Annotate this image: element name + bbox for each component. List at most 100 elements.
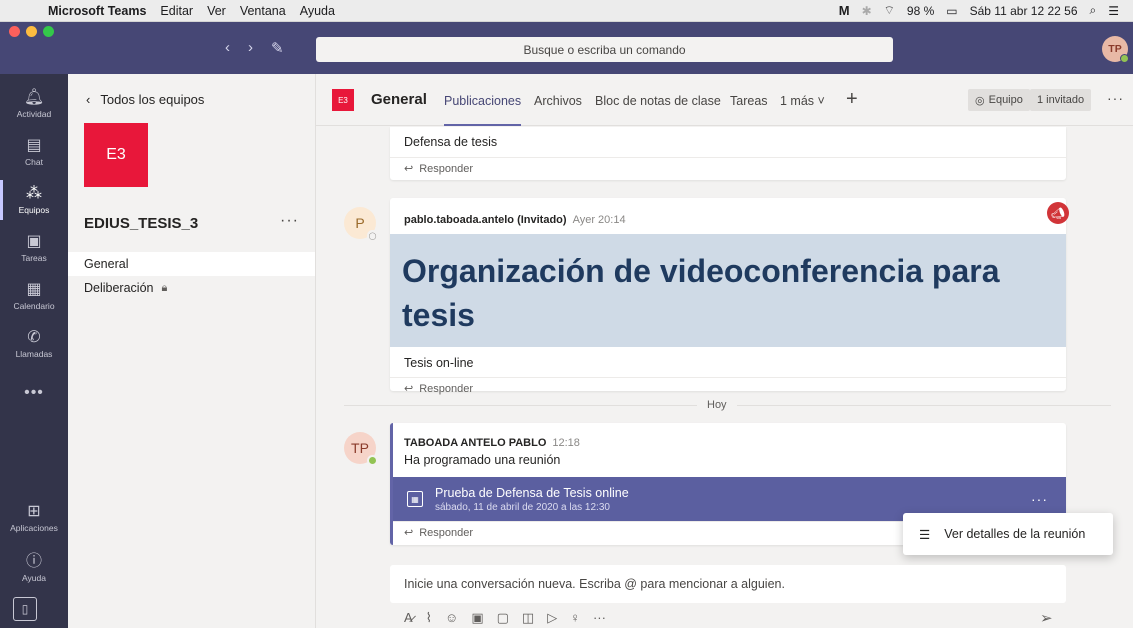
rail-item-calendario[interactable]: ▦ Calendario: [0, 272, 68, 320]
back-label: Todos los equipos: [100, 92, 205, 107]
teams-icon: ⁂: [26, 185, 42, 202]
tab-bloc-de-notas[interactable]: Bloc de notas de clase: [595, 94, 721, 108]
more-apps-icon[interactable]: •••: [0, 384, 68, 402]
tab-more[interactable]: 1 más ˅: [780, 94, 825, 108]
reply-label: Responder: [419, 526, 474, 539]
gif-icon[interactable]: ▣: [471, 610, 483, 626]
rail-item-llamadas[interactable]: ✆ Llamadas: [0, 320, 68, 368]
sticker-icon[interactable]: ▢: [497, 610, 509, 626]
meeting-more-options-icon[interactable]: ···: [1031, 491, 1048, 507]
team-avatar: E3: [84, 123, 148, 187]
mobile-device-icon[interactable]: ▯: [13, 597, 37, 621]
history-nav: ‹ › ✎: [225, 39, 284, 57]
reply-arrow-icon: ↩: [404, 527, 414, 539]
command-search-input[interactable]: Busque o escriba un comando: [316, 37, 893, 62]
avatar[interactable]: TP: [344, 432, 378, 466]
zoom-window-button[interactable]: [43, 26, 54, 37]
forward-arrow-icon[interactable]: ›: [248, 39, 253, 57]
apps-icon: ⊞: [27, 503, 41, 520]
team-name: EDIUS_TESIS_3: [84, 215, 199, 232]
compose-icon[interactable]: ✎: [271, 39, 284, 57]
avatar-initials: TP: [351, 440, 369, 456]
tab-tareas[interactable]: Tareas: [730, 94, 768, 108]
status-app-icon[interactable]: M: [839, 3, 850, 18]
channel-more-options-icon[interactable]: ···: [1107, 90, 1124, 106]
calendar-icon: ▦: [407, 491, 423, 507]
menu-ayuda[interactable]: Ayuda: [300, 4, 335, 18]
profile-avatar[interactable]: TP: [1102, 36, 1129, 63]
list-icon: ☰: [919, 527, 931, 542]
avatar[interactable]: P ◯: [344, 207, 378, 241]
more-options-icon[interactable]: ···: [593, 610, 606, 626]
rail-label: Chat: [25, 157, 43, 167]
spotlight-icon[interactable]: ⌕: [1090, 3, 1097, 18]
back-to-teams-link[interactable]: ‹ Todos los equipos: [86, 92, 204, 107]
chevron-left-icon: ‹: [86, 92, 91, 107]
compose-box[interactable]: Inicie una conversación nueva. Escriba @…: [390, 565, 1066, 603]
meeting-title: Prueba de Defensa de Tesis online: [435, 485, 629, 500]
attach-icon[interactable]: ⌇: [426, 610, 432, 626]
channel-deliberacion[interactable]: Deliberación 🔒︎: [68, 276, 315, 300]
stream-icon[interactable]: ▷: [547, 610, 557, 626]
channel-label: Deliberación: [84, 281, 154, 295]
rail-item-actividad[interactable]: 🔔︎ Actividad: [0, 80, 68, 128]
menu-editar[interactable]: Editar: [160, 4, 193, 18]
guest-status-icon: ◯: [367, 230, 378, 241]
window-controls: [9, 26, 54, 37]
message-header: TABOADA ANTELO PABLO 12:18: [393, 423, 1066, 451]
menu-item-label: Ver detalles de la reunión: [944, 527, 1086, 541]
emoji-icon[interactable]: ☺: [445, 610, 458, 626]
rail-item-ayuda[interactable]: ⓘ Ayuda: [0, 544, 68, 592]
format-icon[interactable]: A̷: [404, 610, 413, 626]
guests-button[interactable]: 1 invitado: [1030, 89, 1092, 111]
back-arrow-icon[interactable]: ‹: [225, 39, 230, 57]
add-tab-icon[interactable]: +: [846, 88, 858, 111]
rail-item-equipos[interactable]: ⁂ Equipos: [0, 176, 68, 224]
reply-button[interactable]: ↩ Responder: [390, 157, 1066, 179]
teams-titlebar: ‹ › ✎ Busque o escriba un comando TP: [0, 22, 1133, 74]
rail-item-chat[interactable]: ▤ Chat: [0, 128, 68, 176]
tab-archivos[interactable]: Archivos: [534, 94, 582, 108]
reply-arrow-icon: ↩: [404, 383, 414, 395]
menu-ventana[interactable]: Ventana: [240, 4, 286, 18]
rail-item-aplicaciones[interactable]: ⊞ Aplicaciones: [0, 494, 68, 542]
minimize-window-button[interactable]: [26, 26, 37, 37]
reply-button[interactable]: ↩ Responder: [390, 377, 1066, 399]
clock[interactable]: Sáb 11 abr 12 22 56: [970, 4, 1078, 18]
announcement-icon: 📣︎: [1047, 202, 1069, 224]
rail-item-tareas[interactable]: ▣ Tareas: [0, 224, 68, 272]
team-more-options-icon[interactable]: ···: [280, 212, 299, 230]
message-header: pablo.taboada.antelo (Invitado) Ayer 20:1…: [390, 198, 1066, 234]
praise-icon[interactable]: ♀: [570, 610, 580, 626]
menubar-status: M ✱ ⌔ 98 % ▭ Sáb 11 abr 12 22 56 ⌕ ☰: [839, 3, 1133, 18]
timestamp: Ayer 20:14: [572, 214, 626, 226]
close-window-button[interactable]: [9, 26, 20, 37]
conversation-pane: Defensa de tesis ↩ Responder P ◯ pablo.t…: [316, 127, 1133, 628]
bluetooth-icon[interactable]: ✱: [862, 4, 872, 18]
battery-icon[interactable]: ▭: [946, 4, 957, 18]
meeting-datetime: sábado, 11 de abril de 2020 a las 12:30: [435, 501, 610, 513]
assignments-icon: ▣: [26, 233, 42, 250]
tab-more-label: 1 más: [780, 94, 815, 108]
menu-app-name[interactable]: Microsoft Teams: [48, 4, 146, 18]
eye-icon: ◎: [975, 94, 985, 107]
control-center-icon[interactable]: ☰: [1108, 4, 1119, 18]
meet-now-icon[interactable]: ◫: [522, 610, 534, 626]
menu-ver[interactable]: Ver: [207, 4, 226, 18]
send-icon[interactable]: ➢: [1040, 609, 1053, 627]
avatar-initials: P: [355, 215, 365, 231]
team-info-button[interactable]: ◎ Equipo: [968, 89, 1030, 111]
message-card: pablo.taboada.antelo (Invitado) Ayer 20:1…: [390, 198, 1066, 395]
post-subject: Organización de videoconferencia para te…: [390, 234, 1066, 347]
timestamp: 12:18: [552, 437, 580, 449]
wifi-icon[interactable]: ⌔: [884, 3, 895, 18]
avatar-initials: TP: [1108, 43, 1122, 55]
rail-label: Actividad: [16, 109, 52, 119]
meeting-details-menu-item[interactable]: ☰ Ver detalles de la reunión: [903, 513, 1113, 555]
battery-level[interactable]: 98 %: [907, 4, 934, 18]
channel-general[interactable]: General: [68, 252, 315, 276]
chevron-down-icon: ˅: [817, 94, 825, 108]
app-rail: 🔔︎ Actividad ▤ Chat ⁂ Equipos ▣ Tareas ▦…: [0, 74, 68, 628]
help-icon: ⓘ: [25, 553, 42, 570]
tab-publicaciones[interactable]: Publicaciones: [444, 94, 522, 126]
